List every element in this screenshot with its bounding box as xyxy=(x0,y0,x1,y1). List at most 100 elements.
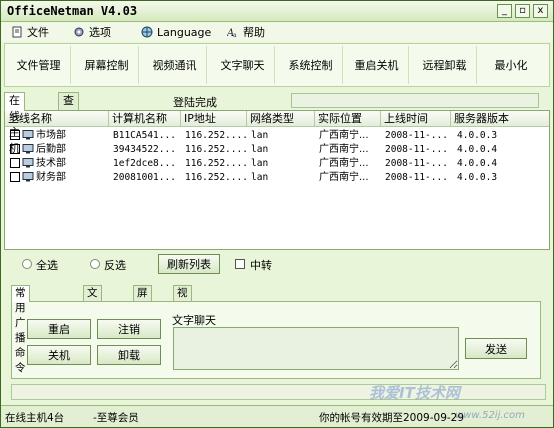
ip-address: 116.252.... xyxy=(185,172,248,183)
tab-announcements[interactable]: 查看公告 xyxy=(58,92,79,155)
restart-shutdown-button[interactable]: 重启关机 xyxy=(345,46,409,84)
computer-icon xyxy=(22,172,34,182)
tab-screen-wall[interactable]: 屏幕墙 xyxy=(133,285,152,329)
server-version: 4.0.0.4 xyxy=(457,144,498,155)
select-all-radio[interactable] xyxy=(22,259,32,269)
refresh-list-button[interactable]: 刷新列表 xyxy=(158,254,220,274)
online-time: 2008-11-... xyxy=(385,144,448,155)
menu-options[interactable]: 选项 xyxy=(73,24,111,40)
invert-radio[interactable] xyxy=(90,259,100,269)
network-type: lan xyxy=(251,158,269,169)
member-level: -至尊会员 xyxy=(93,412,139,424)
select-all-label[interactable]: 全选 xyxy=(36,257,58,273)
row-checkbox[interactable] xyxy=(10,172,20,182)
toolbar: 文件管理 屏幕控制 视频通讯 文字聊天 系统控制 重启关机 远程卸载 最小化 xyxy=(4,43,550,87)
server-version: 4.0.0.3 xyxy=(457,172,498,183)
host-name: 技术部 xyxy=(36,158,66,169)
online-count: 在线主机4台 xyxy=(5,412,65,424)
col-header-ip[interactable]: IP地址 xyxy=(181,111,247,127)
account-expiry: 你的帐号有效期至2009-09-29 xyxy=(319,412,465,424)
network-type: lan xyxy=(251,172,269,183)
table-row[interactable]: 后勤部 39434522... 116.252.... lan 广西南宁... … xyxy=(5,143,549,156)
menu-file[interactable]: 文件 xyxy=(11,24,49,40)
globe-icon xyxy=(141,26,153,38)
close-button[interactable]: x xyxy=(533,4,548,18)
col-header-name[interactable]: 上线名称 xyxy=(5,111,109,127)
tab-online-hosts[interactable]: 在线主机 xyxy=(4,92,25,155)
uninstall-button[interactable]: 卸载 xyxy=(97,345,161,365)
menu-options-label: 选项 xyxy=(89,26,111,39)
host-name: 后勤部 xyxy=(36,144,66,155)
online-time: 2008-11-... xyxy=(385,130,448,141)
system-control-button[interactable]: 系统控制 xyxy=(279,46,343,84)
chat-input[interactable] xyxy=(173,327,459,370)
computer-icon xyxy=(22,130,34,140)
server-version: 4.0.0.4 xyxy=(457,158,498,169)
login-status: 登陆完成 xyxy=(173,96,217,109)
relay-checkbox[interactable] xyxy=(235,259,245,269)
location: 广西南宁... xyxy=(319,172,369,183)
table-row[interactable]: 市场部 B11CA541... 116.252.... lan 广西南宁... … xyxy=(5,129,549,142)
row-checkbox[interactable] xyxy=(10,158,20,168)
host-name: 市场部 xyxy=(36,130,66,141)
col-header-nettype[interactable]: 网络类型 xyxy=(247,111,315,127)
invert-label[interactable]: 反选 xyxy=(104,257,126,273)
app-title: OfficeNetman V4.03 xyxy=(7,4,138,18)
ip-address: 116.252.... xyxy=(185,158,248,169)
remote-uninstall-button[interactable]: 远程卸载 xyxy=(413,46,477,84)
video-chat-button[interactable]: 视频通讯 xyxy=(143,46,207,84)
relay-label[interactable]: 中转 xyxy=(250,257,272,273)
col-header-time[interactable]: 上线时间 xyxy=(381,111,451,127)
status-progress xyxy=(291,93,539,108)
col-header-computer[interactable]: 计算机名称 xyxy=(109,111,181,127)
text-chat-button[interactable]: 文字聊天 xyxy=(211,46,275,84)
menu-help-label: 帮助 xyxy=(243,26,265,39)
file-icon xyxy=(12,26,22,38)
menu-file-label: 文件 xyxy=(27,26,49,39)
gear-icon xyxy=(74,27,84,37)
computer-icon xyxy=(22,158,34,168)
tab-file-distribution[interactable]: 文件分发 xyxy=(83,285,102,344)
screen-control-button[interactable]: 屏幕控制 xyxy=(75,46,139,84)
svg-text:a: a xyxy=(233,32,237,38)
col-header-version[interactable]: 服务器版本 xyxy=(451,111,549,127)
main-window: OfficeNetman V4.03 _ ▫ x 文件 选项 Language … xyxy=(0,0,554,428)
computer-name: B11CA541... xyxy=(113,130,176,141)
menu-bar: 文件 选项 Language Aa 帮助 xyxy=(1,22,553,42)
location: 广西南宁... xyxy=(319,144,369,155)
computer-name: 1ef2dce8... xyxy=(113,158,176,169)
col-header-location[interactable]: 实际位置 xyxy=(315,111,381,127)
chat-label: 文字聊天 xyxy=(172,314,216,327)
logout-button[interactable]: 注销 xyxy=(97,319,161,339)
file-manage-button[interactable]: 文件管理 xyxy=(7,46,71,84)
maximize-button[interactable]: ▫ xyxy=(515,4,530,18)
tab-broadcast-commands[interactable]: 常用广播命令 xyxy=(11,285,30,374)
menu-help[interactable]: Aa 帮助 xyxy=(227,24,265,40)
list-controls: 全选 反选 刷新列表 中转 xyxy=(4,251,550,279)
location: 广西南宁... xyxy=(319,158,369,169)
minimize-tool-button[interactable]: 最小化 xyxy=(479,46,543,84)
table-row[interactable]: 技术部 1ef2dce8... 116.252.... lan 广西南宁... … xyxy=(5,157,549,170)
tab-video-wall[interactable]: 视频墙 xyxy=(173,285,192,329)
menu-language[interactable]: Language xyxy=(141,24,211,40)
host-list: 上线名称 计算机名称 IP地址 网络类型 实际位置 上线时间 服务器版本 市场部… xyxy=(4,110,550,250)
network-type: lan xyxy=(251,130,269,141)
shutdown-button[interactable]: 关机 xyxy=(27,345,91,365)
ip-address: 116.252.... xyxy=(185,144,248,155)
horizontal-scrollbar[interactable] xyxy=(11,384,546,400)
network-type: lan xyxy=(251,144,269,155)
menu-language-label: Language xyxy=(157,25,212,39)
online-time: 2008-11-... xyxy=(385,158,448,169)
computer-name: 39434522... xyxy=(113,144,176,155)
table-row[interactable]: 财务部 20081001... 116.252.... lan 广西南宁... … xyxy=(5,171,549,184)
computer-name: 20081001... xyxy=(113,172,176,183)
computer-icon xyxy=(22,144,34,154)
watermark-text: 我爱IT技术网 xyxy=(369,384,460,402)
host-name: 财务部 xyxy=(36,172,66,183)
restart-button[interactable]: 重启 xyxy=(27,319,91,339)
title-bar: OfficeNetman V4.03 _ ▫ x xyxy=(1,1,553,22)
send-button[interactable]: 发送 xyxy=(465,338,527,359)
minimize-button[interactable]: _ xyxy=(497,4,512,18)
server-version: 4.0.0.3 xyxy=(457,130,498,141)
online-time: 2008-11-... xyxy=(385,172,448,183)
